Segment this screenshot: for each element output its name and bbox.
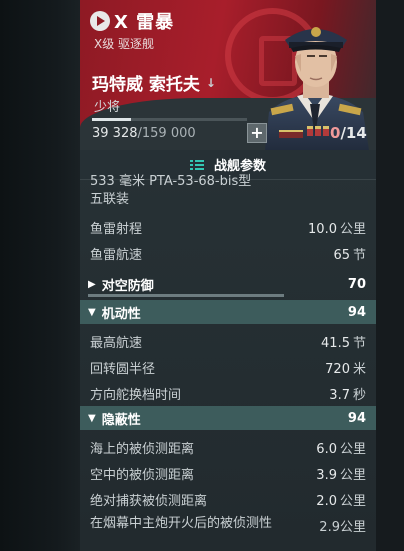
skill-points: 0/14 — [330, 124, 367, 142]
chevron-right-icon: ▶ — [88, 278, 96, 290]
row-label: 空中的被侦测距离 — [90, 467, 195, 483]
row-label: 鱼雷射程 — [90, 221, 143, 237]
torpedo-speed-row: 鱼雷航速 65 节 — [80, 240, 376, 266]
row-value-group: 10.0 公里 — [308, 218, 366, 237]
row-label: 最高航速 — [90, 335, 143, 351]
row-unit: 公里 — [339, 520, 366, 535]
skill-points-available: 0 — [330, 124, 341, 142]
section-label: 对空防御 — [101, 278, 154, 294]
row-unit: 公里 — [339, 467, 366, 483]
section-maneuverability[interactable]: ▼ 机动性 94 — [80, 300, 376, 324]
section-concealment[interactable]: ▼ 隐蔽性 94 — [80, 406, 376, 430]
aa-level-bar — [88, 294, 284, 297]
turning-circle-row: 回转圆半径 720 米 — [80, 354, 376, 380]
section-label: 隐蔽性 — [101, 412, 141, 428]
section-label: 机动性 — [101, 306, 141, 322]
row-value: 6.0 — [316, 441, 337, 457]
play-icon[interactable] — [90, 11, 110, 31]
row-unit: 公里 — [339, 493, 366, 509]
row-value: 2.9 — [319, 520, 340, 535]
commander-header: X 雷暴 X级 驱逐舰 玛特威 索托夫 ↓ 少将 39 328/159 000 … — [80, 0, 376, 150]
list-icon — [189, 159, 204, 170]
row-label: 回转圆半径 — [90, 361, 156, 377]
row-label: 海上的被侦测距离 — [90, 441, 195, 457]
row-unit: 秒 — [352, 387, 366, 403]
commander-rank: 少将 — [94, 100, 121, 115]
row-label: 在烟幕中主炮开火后的被侦测性 — [90, 516, 273, 531]
xp-total: /159 000 — [137, 126, 196, 141]
torpedo-range-row: 鱼雷射程 10.0 公里 — [80, 214, 376, 240]
sea-detect-row: 海上的被侦测距离 6.0 公里 — [80, 434, 376, 460]
section-aa-defense[interactable]: ▶ 对空防御 70 — [80, 272, 376, 296]
ship-name: X 雷暴 — [114, 12, 175, 33]
rudder-shift-row: 方向舵换档时间 3.7 秒 — [80, 380, 376, 406]
torpedo-name-line2: 五联装 — [90, 192, 130, 207]
xp-progress-bar — [92, 118, 247, 121]
xp-current: 39 328 — [92, 126, 138, 141]
row-value: 10.0 — [308, 221, 337, 237]
row-unit: 公里 — [339, 221, 366, 237]
chevron-down-icon: ▼ — [88, 306, 96, 318]
section-value: 70 — [347, 276, 366, 292]
add-skill-button[interactable]: + — [247, 123, 267, 143]
commander-name[interactable]: 玛特威 索托夫 ↓ — [92, 70, 216, 95]
row-value: 3.9 — [316, 467, 337, 483]
row-unit: 节 — [352, 247, 366, 263]
row-value-group: 2.0 公里 — [316, 490, 366, 509]
row-unit: 米 — [352, 361, 366, 377]
chevron-down-icon: ▼ — [88, 412, 96, 424]
row-value: 720 — [325, 361, 350, 377]
row-value-group: 3.9 公里 — [316, 464, 366, 483]
xp-progress-fill — [92, 118, 131, 121]
commander-name-text: 玛特威 索托夫 — [92, 75, 200, 95]
row-value-group: 720 米 — [325, 358, 366, 377]
section-value: 94 — [347, 410, 366, 426]
row-value-group: 41.5 节 — [321, 332, 366, 351]
xp-readout: 39 328/159 000 — [92, 126, 196, 141]
row-value-group: 6.0 公里 — [316, 438, 366, 457]
row-value: 3.7 — [329, 387, 350, 403]
ribbons-icon — [307, 126, 329, 136]
air-detect-row: 空中的被侦测距离 3.9 公里 — [80, 460, 376, 486]
row-unit: 节 — [352, 335, 366, 351]
left-background — [0, 0, 80, 551]
row-value: 2.0 — [316, 493, 337, 509]
row-value-group: 65 节 — [333, 244, 366, 263]
row-value-group: 3.7 秒 — [329, 384, 366, 403]
row-label: 鱼雷航速 — [90, 247, 143, 263]
row-unit: 公里 — [339, 441, 366, 457]
ship-panel: X 雷暴 X级 驱逐舰 玛特威 索托夫 ↓ 少将 39 328/159 000 … — [80, 0, 376, 551]
smoke-fire-detect-row: 在烟幕中主炮开火后的被侦测性 2.9公里 — [80, 516, 376, 535]
ship-title: X 雷暴 — [90, 8, 174, 34]
torpedo-name-line1: 533 毫米 PTA-53-68-bis型 — [90, 174, 252, 189]
absolute-detect-row: 绝对捕获被侦测距离 2.0 公里 — [80, 486, 376, 512]
row-value: 41.5 — [321, 335, 350, 351]
row-value-group: 2.9公里 — [319, 516, 366, 535]
row-label: 绝对捕获被侦测距离 — [90, 493, 208, 509]
section-value: 94 — [347, 304, 366, 320]
skill-points-total: /14 — [340, 124, 367, 142]
ship-class: X级 驱逐舰 — [94, 37, 155, 51]
row-label: 方向舵换档时间 — [90, 387, 182, 403]
ship-params-title: 战舰参数 — [213, 159, 266, 174]
right-background — [376, 0, 404, 551]
chevron-down-icon[interactable]: ↓ — [206, 76, 216, 90]
row-value: 65 — [333, 247, 350, 263]
max-speed-row: 最高航速 41.5 节 — [80, 328, 376, 354]
